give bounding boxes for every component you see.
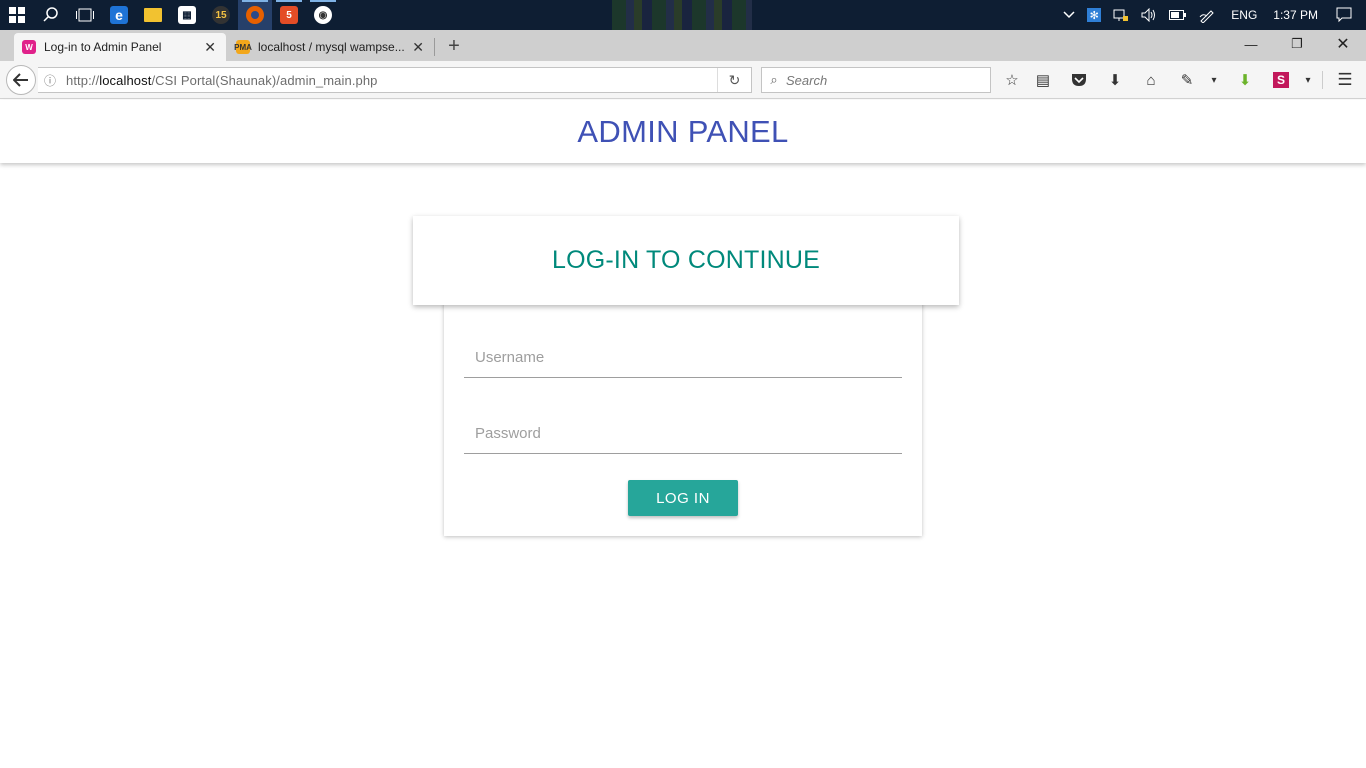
clock[interactable]: 1:37 PM — [1267, 0, 1332, 30]
phpmyadmin-favicon-icon: PMA — [234, 40, 252, 54]
chevron-up-icon[interactable] — [1057, 0, 1081, 30]
url-bar[interactable]: ⓘ http://localhost/CSI Portal(Shaunak)/a… — [38, 67, 752, 93]
html5-icon[interactable]: 5 — [272, 0, 306, 30]
tab-admin-panel[interactable]: W Log-in to Admin Panel ✕ — [14, 33, 226, 61]
s-extension-icon[interactable]: S — [1267, 67, 1295, 93]
username-input[interactable] — [464, 338, 902, 377]
store-icon[interactable]: ▦ — [170, 0, 204, 30]
task-view-icon[interactable] — [68, 0, 102, 30]
system-tray: ✻ ENG 1:37 PM — [1057, 0, 1366, 30]
snowflake-icon[interactable]: ✻ — [1081, 0, 1107, 30]
tab-phpmyadmin[interactable]: PMA localhost / mysql wampse... ✕ — [228, 33, 434, 61]
info-icon[interactable]: ⓘ — [38, 72, 62, 89]
wamp-favicon-icon: W — [22, 40, 36, 54]
magnifier-icon: ⌕ — [770, 72, 778, 87]
minimize-icon[interactable]: — — [1228, 30, 1274, 58]
pocket-icon[interactable] — [1065, 67, 1093, 93]
volume-icon[interactable] — [1135, 0, 1163, 30]
close-tab-icon[interactable]: ✕ — [412, 39, 424, 56]
download-icon[interactable]: ⬇ — [1101, 67, 1129, 93]
reading-list-icon[interactable]: ▤ — [1029, 67, 1057, 93]
windows-start-icon[interactable] — [0, 0, 34, 30]
pen-icon[interactable] — [1193, 0, 1221, 30]
toolbar-separator — [1322, 71, 1323, 89]
page-content: ADMIN PANEL LOG IN LOG-IN TO CONTINUE — [0, 100, 1366, 768]
password-input[interactable] — [464, 414, 902, 453]
dropdown-arrow-icon[interactable]: ▾ — [1294, 67, 1322, 93]
close-window-icon[interactable]: ✕ — [1320, 30, 1366, 58]
page-header: ADMIN PANEL — [0, 100, 1366, 163]
paint-app-icon[interactable]: ◉ — [306, 0, 340, 30]
password-field[interactable] — [464, 414, 902, 454]
file-explorer-icon[interactable] — [136, 0, 170, 30]
battery-icon[interactable] — [1163, 0, 1193, 30]
dropdown-arrow-icon[interactable]: ▾ — [1200, 67, 1228, 93]
reload-icon[interactable]: ↻ — [717, 68, 751, 92]
bookmark-star-icon[interactable]: ☆ — [998, 67, 1026, 93]
firefox-icon[interactable] — [238, 0, 272, 30]
tab-title: Log-in to Admin Panel — [44, 40, 162, 54]
edge-icon[interactable]: e — [102, 0, 136, 30]
login-title: LOG-IN TO CONTINUE — [552, 246, 820, 274]
home-icon[interactable]: ⌂ — [1137, 67, 1165, 93]
page-title: ADMIN PANEL — [577, 113, 789, 149]
tab-separator — [434, 38, 435, 56]
new-tab-icon[interactable]: + — [444, 33, 464, 59]
search-placeholder: Search — [786, 72, 828, 88]
login-form-card: LOG IN — [444, 290, 922, 536]
taskbar-wallpaper-strip — [612, 0, 752, 30]
app-15-icon[interactable]: 15 — [204, 0, 238, 30]
browser-navbar: ⓘ http://localhost/CSI Portal(Shaunak)/a… — [0, 61, 1366, 99]
dev-tools-icon[interactable]: ✎ — [1173, 67, 1201, 93]
language-indicator[interactable]: ENG — [1221, 0, 1267, 30]
hamburger-menu-icon[interactable]: ☰ — [1331, 67, 1359, 93]
close-tab-icon[interactable]: ✕ — [204, 39, 216, 56]
network-icon[interactable] — [1107, 0, 1135, 30]
url-text[interactable]: http://localhost/CSI Portal(Shaunak)/adm… — [62, 73, 378, 88]
back-arrow-icon[interactable] — [6, 65, 36, 95]
search-bar[interactable]: ⌕ Search — [761, 67, 991, 93]
green-download-extension-icon[interactable]: ⬇ — [1231, 67, 1259, 93]
notifications-icon[interactable] — [1332, 0, 1366, 30]
tab-title: localhost / mysql wampse... — [258, 40, 405, 54]
search-icon[interactable] — [34, 0, 68, 30]
login-title-card: LOG-IN TO CONTINUE — [413, 216, 959, 305]
login-button[interactable]: LOG IN — [628, 480, 738, 516]
browser-tab-strip: W Log-in to Admin Panel ✕ PMA localhost … — [0, 30, 1366, 61]
restore-icon[interactable]: ❐ — [1274, 30, 1320, 58]
windows-taskbar: e ▦ 15 5 ◉ ✻ ENG 1:37 PM — [0, 0, 1366, 30]
username-field[interactable] — [464, 338, 902, 378]
